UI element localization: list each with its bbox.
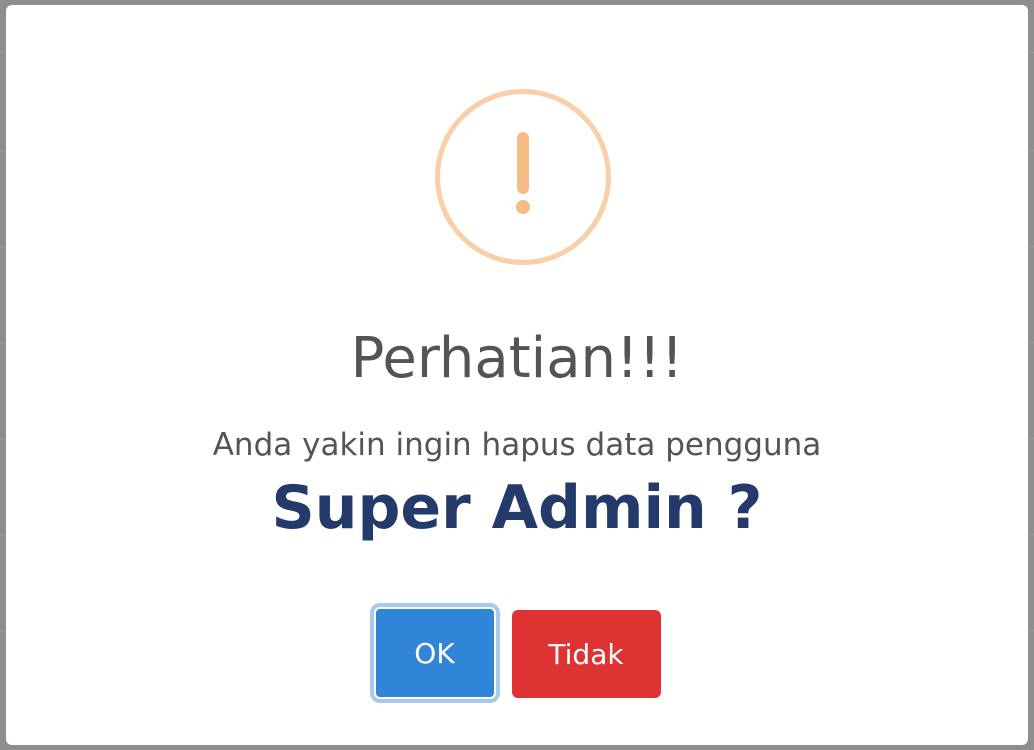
warning-icon (435, 89, 611, 265)
cancel-button[interactable]: Tidak (511, 610, 661, 698)
exclamation-dot (516, 200, 530, 214)
exclamation-bar (517, 132, 529, 194)
dialog-actions: OK Tidak (6, 607, 1028, 699)
dialog-message: Anda yakin ingin hapus data pengguna (212, 427, 822, 463)
dialog-target-name: Super Admin ? (271, 473, 763, 543)
dialog-title: Perhatian!!! (350, 326, 684, 391)
confirm-dialog: Perhatian!!! Anda yakin ingin hapus data… (6, 5, 1028, 745)
ok-button[interactable]: OK (373, 607, 496, 699)
